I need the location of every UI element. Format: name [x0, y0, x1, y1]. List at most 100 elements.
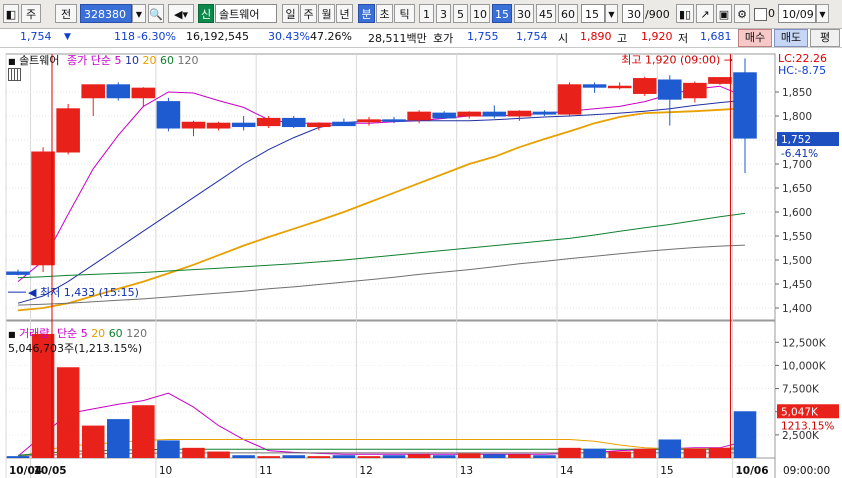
x-axis-label: 12 — [359, 465, 372, 477]
candle-body — [357, 119, 381, 123]
grid-toggle-icon[interactable] — [8, 68, 21, 81]
minute-45[interactable]: 45 — [536, 4, 556, 23]
vma-legend-name: 단순 — [56, 327, 78, 340]
candle-body — [56, 108, 80, 153]
price-tick-label: 1,500 — [782, 255, 812, 267]
price-volume-chart[interactable]: 1,8501,8001,7501,7001,6501,6001,5501,500… — [0, 50, 842, 478]
period-month[interactable]: 월 — [318, 4, 335, 23]
period-second[interactable]: 초 — [376, 4, 393, 23]
hoga-label: 호가 — [433, 32, 454, 45]
x-axis-label: 14 — [560, 465, 574, 477]
change-percent: -6.30% — [137, 30, 176, 43]
price-tick-label: 1,700 — [782, 159, 812, 171]
minute-30[interactable]: 30 — [514, 4, 534, 23]
volume-bar — [733, 411, 757, 458]
vma-legend-60: 60 — [108, 327, 123, 340]
interval-select[interactable]: 15 — [581, 4, 605, 23]
candle-body — [658, 79, 682, 100]
x-axis-label: 10/05 — [34, 465, 67, 477]
volume-bar — [533, 455, 556, 458]
minute-15[interactable]: 15 — [492, 4, 512, 23]
ma-line-20 — [17, 107, 746, 312]
volume-bar — [307, 456, 331, 458]
option-checkbox[interactable] — [754, 8, 767, 21]
volume-title: 거래량 — [19, 327, 50, 340]
high-label: 고 — [617, 32, 628, 45]
checkbox-label: 0 — [768, 7, 775, 20]
candle-body — [31, 151, 55, 266]
grid — [5, 53, 776, 478]
code-dropdown-icon[interactable]: ▼ — [132, 4, 146, 23]
candle-body — [632, 78, 657, 94]
indicator-icon[interactable]: ↗ — [696, 4, 714, 23]
date-input[interactable]: 10/09 — [778, 4, 816, 23]
tab-stock-type[interactable]: 주 — [21, 4, 41, 23]
volume-bar — [132, 405, 155, 458]
candle-body — [281, 117, 306, 128]
volume-bar — [207, 451, 230, 458]
ma-legend-10: 10 — [125, 54, 140, 67]
price-tick-label: 1,650 — [782, 183, 812, 195]
candle-body — [382, 119, 406, 122]
date-dropdown-icon[interactable]: ▼ — [816, 4, 829, 23]
x-axis-label: 13 — [460, 465, 473, 477]
high-price: 1,920 — [641, 30, 673, 43]
candle-body — [557, 84, 582, 115]
volume-bar — [332, 455, 356, 458]
interval-dropdown-icon[interactable]: ▼ — [605, 4, 618, 23]
volume-bar — [457, 453, 481, 458]
volume-bar — [633, 448, 657, 458]
stock-code-input[interactable]: 328380 — [80, 4, 132, 23]
hc-label: HC:-8.75 — [778, 64, 827, 77]
candle-body — [106, 84, 131, 99]
candle-settings-icon[interactable]: ▮▯ — [676, 4, 694, 23]
low-annotation: ◀ 최저 1,433 (15:15) — [28, 286, 139, 299]
ratio-percent: 47.26% — [310, 30, 352, 43]
volume-bar — [608, 451, 631, 458]
price-change: 118 — [114, 30, 135, 43]
volume-bar — [683, 448, 707, 458]
volume-bar — [257, 456, 280, 458]
volume-bar — [407, 454, 431, 458]
buy-button[interactable]: 매수 — [738, 29, 772, 47]
minute-1[interactable]: 1 — [419, 4, 434, 23]
candles — [6, 58, 757, 276]
price-pane-header: ■ 솔트웨어 종가 단순 5 10 20 60 120 — [8, 52, 199, 67]
volume-bar — [232, 455, 255, 458]
minute-3[interactable]: 3 — [436, 4, 451, 23]
candle-body — [131, 87, 156, 99]
x-axis-label: 10/06 — [735, 465, 768, 477]
minute-10[interactable]: 10 — [470, 4, 490, 23]
price-tag: 1,752 — [781, 134, 811, 146]
volume-pane-menu-icon[interactable]: ■ — [8, 330, 16, 339]
price-tick-label: 1,450 — [782, 279, 812, 291]
sell-button[interactable]: 매도 — [774, 29, 808, 47]
period-week[interactable]: 주 — [300, 4, 317, 23]
trading-volume: 16,192,545 — [186, 30, 249, 43]
candle-body — [482, 111, 507, 117]
tab-all[interactable]: 전 — [55, 4, 77, 23]
period-tick[interactable]: 틱 — [394, 4, 415, 23]
search-icon[interactable]: 🔍 — [148, 4, 164, 23]
pane-title: 솔트웨어 — [19, 54, 60, 67]
count-input[interactable]: 30 — [622, 4, 644, 23]
price-tick-label: 1,400 — [782, 303, 812, 315]
minute-60[interactable]: 60 — [558, 4, 578, 23]
volume-bar — [81, 425, 105, 458]
period-year[interactable]: 년 — [336, 4, 353, 23]
candle-body — [156, 101, 181, 129]
sound-icon[interactable]: ◀▾ — [168, 4, 194, 23]
x-axis-label: 11 — [259, 465, 272, 477]
volume-info: 5,046,703주(1,213.15%) — [8, 342, 143, 355]
period-minute[interactable]: 분 — [358, 4, 375, 23]
candle-body — [582, 84, 607, 88]
x-axis-label: 15 — [660, 465, 673, 477]
gear-icon[interactable]: ⚙ — [734, 4, 750, 23]
period-day[interactable]: 일 — [282, 4, 299, 23]
save-icon[interactable]: ▣ — [716, 4, 732, 23]
eval-button[interactable]: 평 — [810, 29, 840, 47]
chart-menu-icon[interactable]: ◧ — [3, 4, 19, 23]
volume-bar — [6, 456, 30, 458]
minute-5[interactable]: 5 — [453, 4, 468, 23]
pane-menu-icon[interactable]: ■ — [8, 57, 16, 66]
